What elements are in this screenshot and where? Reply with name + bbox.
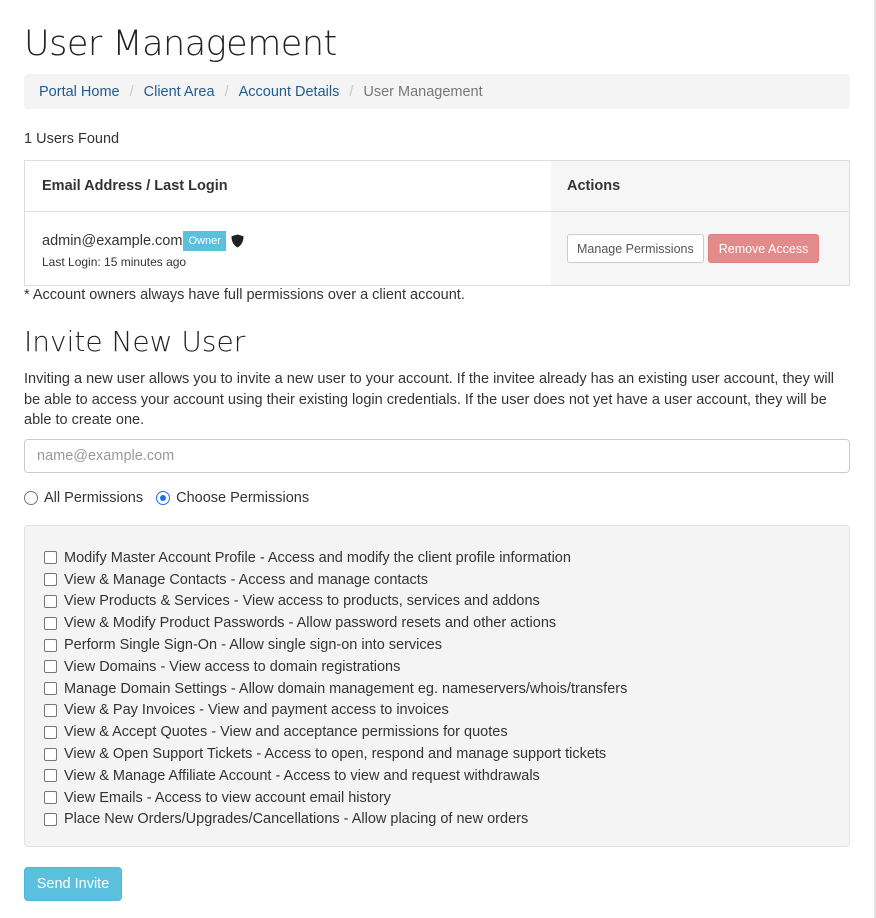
table-row-actions-cell: Manage Permissions Remove Access bbox=[551, 212, 849, 285]
radio-choose-permissions[interactable]: Choose Permissions bbox=[156, 490, 309, 506]
permission-item[interactable]: Place New Orders/Upgrades/Cancellations … bbox=[44, 809, 849, 831]
permission-item[interactable]: View Products & Services - View access t… bbox=[44, 591, 849, 613]
breadcrumb-current: User Management bbox=[363, 83, 483, 100]
user-email-line: admin@example.com Owner bbox=[42, 231, 244, 251]
permission-label: View & Pay Invoices - View and payment a… bbox=[64, 702, 449, 719]
page-title: User Management bbox=[24, 24, 337, 64]
checkbox[interactable] bbox=[44, 573, 57, 587]
checkbox[interactable] bbox=[44, 812, 57, 826]
permission-label: View & Manage Contacts - Access and mana… bbox=[64, 571, 429, 588]
permission-label: View Emails - Access to view account ema… bbox=[64, 789, 391, 806]
permissions-list: Modify Master Account Profile - Access a… bbox=[24, 525, 850, 847]
permission-item[interactable]: View & Manage Contacts - Access and mana… bbox=[44, 569, 849, 591]
send-invite-button[interactable]: Send Invite bbox=[24, 867, 122, 901]
breadcrumb-separator: / bbox=[349, 83, 354, 100]
permission-item[interactable]: Modify Master Account Profile - Access a… bbox=[44, 547, 849, 569]
checkbox[interactable] bbox=[44, 682, 57, 696]
permission-label: Perform Single Sign-On - Allow single si… bbox=[64, 637, 442, 654]
breadcrumb-portal-home[interactable]: Portal Home bbox=[39, 84, 120, 100]
user-email: admin@example.com bbox=[42, 233, 183, 249]
radio-label: Choose Permissions bbox=[176, 490, 310, 506]
checkbox[interactable] bbox=[44, 725, 57, 739]
permission-item[interactable]: View Emails - Access to view account ema… bbox=[44, 787, 849, 809]
breadcrumb-separator: / bbox=[129, 83, 134, 100]
permission-item[interactable]: View Domains - View access to domain reg… bbox=[44, 656, 849, 678]
permission-item[interactable]: View & Modify Product Passwords - Allow … bbox=[44, 612, 849, 634]
checkbox[interactable] bbox=[44, 791, 57, 805]
permission-label: Place New Orders/Upgrades/Cancellations … bbox=[64, 811, 529, 828]
permission-item[interactable]: Manage Domain Settings - Allow domain ma… bbox=[44, 678, 849, 700]
owner-badge: Owner bbox=[183, 231, 226, 251]
owner-permissions-note: * Account owners always have full permis… bbox=[24, 287, 465, 303]
shield-icon bbox=[231, 234, 244, 248]
checkbox[interactable] bbox=[44, 747, 57, 761]
manage-permissions-button[interactable]: Manage Permissions bbox=[567, 234, 704, 263]
permission-label: View & Accept Quotes - View and acceptan… bbox=[64, 724, 508, 741]
permission-item[interactable]: View & Open Support Tickets - Access to … bbox=[44, 743, 849, 765]
breadcrumb: Portal Home / Client Area / Account Deta… bbox=[24, 74, 850, 109]
column-header-email: Email Address / Last Login bbox=[25, 161, 551, 212]
users-count: 1 Users Found bbox=[24, 131, 120, 147]
checkbox[interactable] bbox=[44, 703, 57, 717]
permission-label: View & Open Support Tickets - Access to … bbox=[64, 746, 607, 763]
permission-item[interactable]: Perform Single Sign-On - Allow single si… bbox=[44, 634, 849, 656]
invite-description: Inviting a new user allows you to invite… bbox=[24, 371, 835, 428]
radio-button-checked[interactable] bbox=[156, 491, 171, 505]
checkbox[interactable] bbox=[44, 616, 57, 630]
permission-label: View Domains - View access to domain reg… bbox=[64, 658, 401, 675]
permission-label: Manage Domain Settings - Allow domain ma… bbox=[64, 680, 628, 697]
permission-item[interactable]: View & Pay Invoices - View and payment a… bbox=[44, 700, 849, 722]
invite-heading: Invite New User bbox=[24, 325, 246, 358]
invite-email-input[interactable] bbox=[24, 439, 850, 473]
checkbox[interactable] bbox=[44, 551, 57, 565]
permission-label: Modify Master Account Profile - Access a… bbox=[64, 549, 571, 566]
checkbox[interactable] bbox=[44, 660, 57, 674]
radio-button[interactable] bbox=[24, 491, 38, 505]
radio-label: All Permissions bbox=[44, 490, 144, 506]
remove-access-button[interactable]: Remove Access bbox=[707, 234, 820, 263]
permission-item[interactable]: View & Accept Quotes - View and acceptan… bbox=[44, 721, 849, 743]
permission-item[interactable]: View & Manage Affiliate Account - Access… bbox=[44, 765, 849, 787]
permission-label: View & Modify Product Passwords - Allow … bbox=[64, 615, 557, 632]
breadcrumb-account-details[interactable]: Account Details bbox=[239, 84, 340, 100]
radio-all-permissions[interactable]: All Permissions bbox=[24, 490, 143, 506]
permission-mode-radios: All Permissions Choose Permissions bbox=[24, 490, 322, 506]
checkbox[interactable] bbox=[44, 638, 57, 652]
last-login: Last Login: 15 minutes ago bbox=[42, 255, 187, 269]
column-header-actions: Actions bbox=[551, 161, 849, 212]
checkbox[interactable] bbox=[44, 594, 57, 608]
breadcrumb-separator: / bbox=[224, 83, 229, 100]
breadcrumb-client-area[interactable]: Client Area bbox=[144, 84, 215, 100]
table-row-email-cell: admin@example.com Owner Last Login: 15 m… bbox=[25, 212, 551, 285]
permission-label: View Products & Services - View access t… bbox=[64, 593, 540, 610]
users-table: Email Address / Last Login Actions admin… bbox=[24, 160, 850, 286]
checkbox[interactable] bbox=[44, 769, 57, 783]
permission-label: View & Manage Affiliate Account - Access… bbox=[64, 767, 540, 784]
